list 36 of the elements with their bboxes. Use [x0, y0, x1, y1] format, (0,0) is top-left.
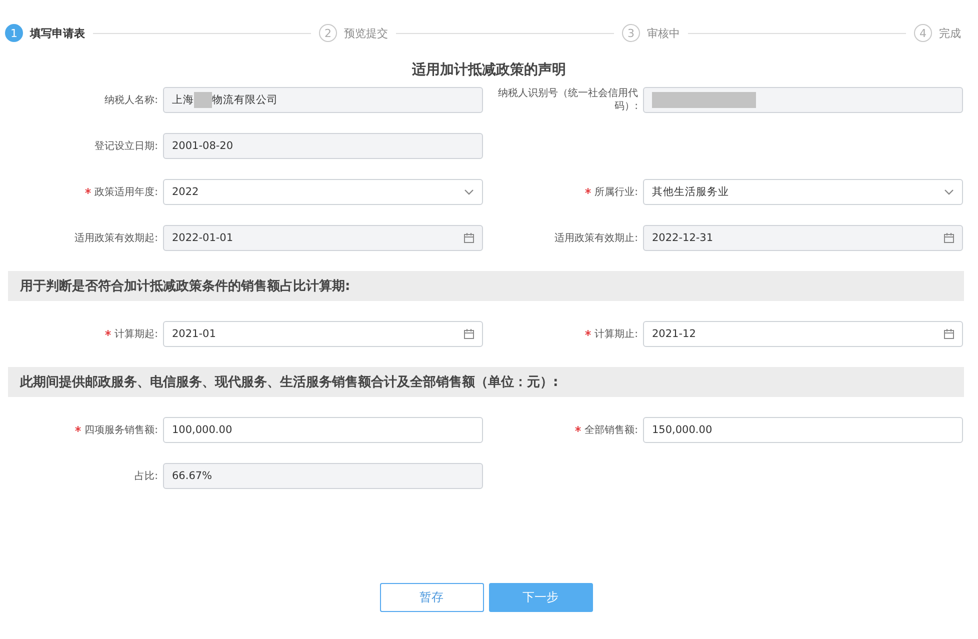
field-label: 占比: [134, 470, 158, 482]
calendar-icon [944, 329, 954, 339]
step-number: 3 [622, 24, 640, 42]
section-title: 用于判断是否符合加计抵减政策条件的销售额占比计算期: [20, 278, 350, 295]
field-label: 四项服务销售额: [3, 424, 158, 436]
field-label: 登记设立日期: [94, 140, 158, 152]
calendar-icon [944, 233, 954, 243]
redaction-block [194, 92, 212, 108]
step-label: 完成 [939, 26, 961, 40]
step-label: 预览提交 [344, 26, 388, 40]
calendar-icon [464, 233, 474, 243]
field-label: 纳税人识别号（统一社会信用代码）: [497, 87, 638, 113]
form-title: 适用加计抵减政策的声明 [412, 61, 566, 80]
date-field[interactable]: 2021-12 [643, 321, 963, 347]
input-field[interactable]: 100,000.00 [163, 417, 483, 443]
step-number: 1 [5, 24, 23, 42]
field-label: 适用政策有效期止: [554, 232, 638, 244]
section-title: 此期间提供邮政服务、电信服务、现代服务、生活服务销售额合计及全部销售额（单位：元）: [20, 374, 558, 391]
step-number: 4 [914, 24, 932, 42]
field-label: 适用政策有效期起: [74, 232, 158, 244]
input-field[interactable]: 150,000.00 [643, 417, 963, 443]
select-field[interactable]: 2022 [163, 179, 483, 205]
date-field[interactable]: 2021-01 [163, 321, 483, 347]
field-label: 全部销售额: [488, 424, 638, 436]
field-label: 计算期起: [3, 328, 158, 340]
select-field[interactable]: 其他生活服务业 [643, 179, 963, 205]
field-label: 计算期止: [488, 328, 638, 340]
step-label: 审核中 [647, 26, 680, 40]
chevron-down-icon [464, 189, 474, 195]
field-label: 所属行业: [488, 186, 638, 198]
field-label: 纳税人名称: [104, 94, 158, 106]
step-label: 填写申请表 [30, 26, 85, 40]
calendar-icon [464, 329, 474, 339]
chevron-down-icon [944, 189, 954, 195]
field-label: 政策适用年度: [3, 186, 158, 198]
step-number: 2 [319, 24, 337, 42]
